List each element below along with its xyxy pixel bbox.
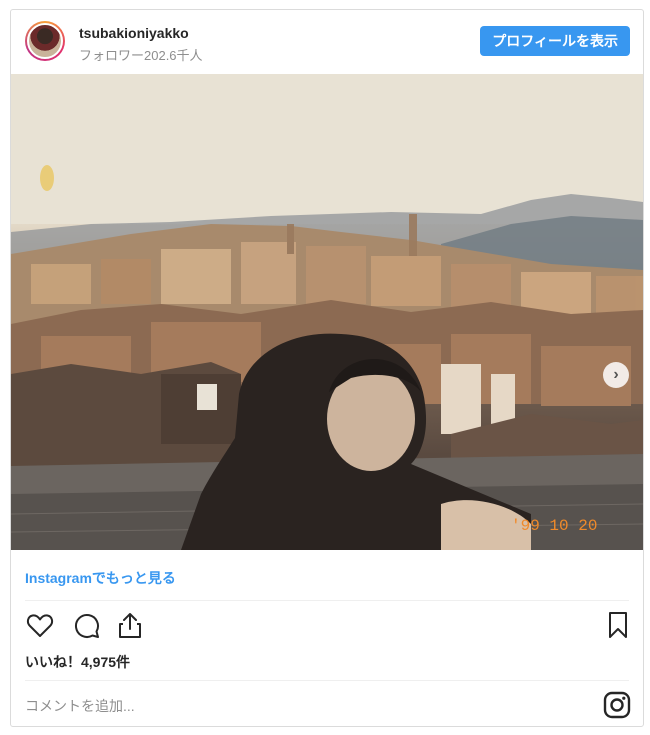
instagram-embed-card: tsubakioniyakko フォロワー202.6千人 プロフィールを表示 '… bbox=[10, 9, 644, 727]
comment-icon[interactable] bbox=[71, 610, 101, 640]
instagram-icon[interactable] bbox=[603, 691, 631, 719]
view-profile-button[interactable]: プロフィールを表示 bbox=[480, 26, 630, 56]
date-stamp: '99 10 20 bbox=[511, 517, 597, 535]
like-count[interactable]: いいね！4,975件 bbox=[25, 652, 130, 672]
photo-scene: '99 10 20 bbox=[11, 74, 643, 550]
share-icon[interactable] bbox=[115, 610, 145, 640]
chevron-right-icon[interactable]: › bbox=[603, 362, 629, 388]
bookmark-icon[interactable] bbox=[603, 610, 633, 640]
follower-count: フォロワー202.6千人 bbox=[79, 48, 203, 63]
username[interactable]: tsubakioniyakko bbox=[79, 25, 189, 41]
action-bar bbox=[21, 610, 633, 644]
avatar-image bbox=[27, 23, 63, 59]
avatar[interactable] bbox=[25, 21, 65, 61]
heart-icon[interactable] bbox=[25, 610, 55, 640]
post-photo[interactable]: '99 10 20 › bbox=[11, 74, 643, 550]
post-header: tsubakioniyakko フォロワー202.6千人 プロフィールを表示 bbox=[11, 10, 643, 72]
divider bbox=[25, 680, 629, 681]
divider bbox=[25, 600, 629, 601]
comment-input[interactable] bbox=[25, 694, 585, 718]
view-more-on-instagram-link[interactable]: Instagramでもっと見る bbox=[25, 568, 176, 588]
